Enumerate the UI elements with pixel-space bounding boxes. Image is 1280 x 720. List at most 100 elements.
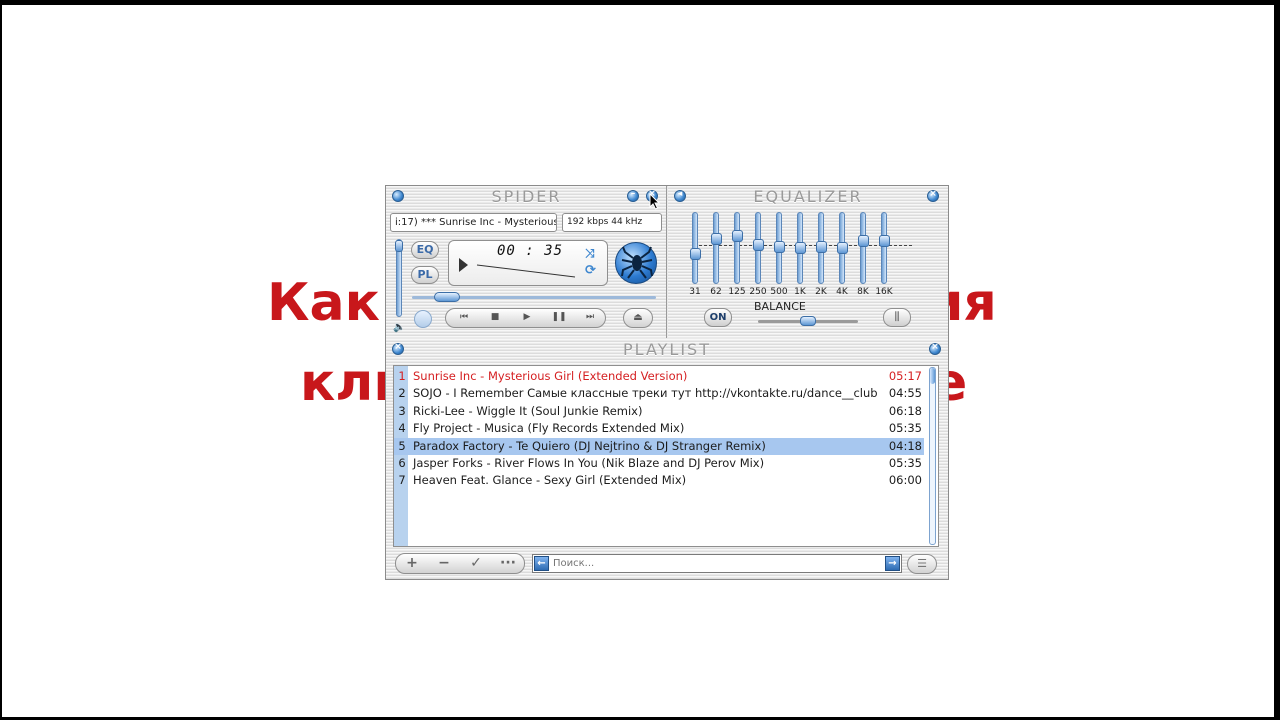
play-state-icon [459, 258, 468, 272]
transport-controls: ⏮ ■ ▶ ❚❚ ⏭ [445, 308, 606, 328]
eq-band-knob[interactable] [774, 241, 785, 253]
shuffle-icon[interactable]: ⤨ [585, 246, 595, 261]
eq-band-slider[interactable] [816, 212, 827, 284]
bitrate-display: 192 kbps 44 kHz [562, 213, 662, 232]
play-icon[interactable]: ▶ [511, 309, 543, 327]
eq-band-slider[interactable] [879, 212, 890, 284]
eq-band-knob[interactable] [837, 242, 848, 254]
playlist-close-icon[interactable]: × [929, 342, 941, 355]
eq-band-slider[interactable] [837, 212, 848, 284]
track-title: Paradox Factory - Te Quiero (DJ Nejtrino… [413, 438, 766, 453]
eject-icon[interactable]: ⏏ [623, 308, 653, 328]
eq-band-slider[interactable] [732, 212, 743, 284]
track-title: Ricki-Lee - Wiggle It (Soul Junkie Remix… [413, 403, 643, 418]
eq-title: EQUALIZER [753, 187, 863, 206]
track-duration: 05:35 [888, 456, 922, 470]
eq-band-slider[interactable] [711, 212, 722, 284]
track-duration: 06:00 [888, 473, 922, 488]
volume-slider[interactable] [395, 239, 403, 317]
remove-icon[interactable]: − [428, 554, 460, 574]
track-title: Heaven Feat. Glance - Sexy Girl (Extende… [413, 473, 687, 488]
eq-band-knob[interactable] [795, 242, 806, 254]
playlist-titlebar[interactable]: × PLAYLIST × [386, 339, 948, 359]
playlist-list: 1 Sunrise Inc - Mysterious Girl (Extended… [393, 365, 939, 547]
equalizer-panel: ◂ EQUALIZER × 31 62 125 250 500 1K 2K 4K 8K 16K B… [668, 186, 948, 338]
playlist-title: PLAYLIST [623, 340, 711, 359]
eq-band-knob[interactable] [816, 241, 827, 253]
eq-presets-icon[interactable]: ⫼ [883, 308, 911, 327]
minimize-icon[interactable]: – [627, 189, 639, 202]
eq-band-knob[interactable] [690, 248, 701, 260]
track-title: Jasper Forks - River Flows In You (Nik B… [413, 456, 765, 470]
next-icon[interactable]: ⏭ [574, 309, 606, 327]
track-number: 1 [398, 369, 406, 383]
eq-band-knob[interactable] [732, 230, 743, 242]
mouse-cursor-icon [649, 193, 661, 210]
pause-icon[interactable]: ❚❚ [543, 309, 575, 327]
track-title: SOJO - I Remember Самые классные треки т… [413, 386, 878, 401]
playlist-row[interactable]: 6 Jasper Forks - River Flows In You (Nik … [394, 455, 924, 472]
eq-band-knob[interactable] [753, 239, 764, 251]
main-title: SPIDER [491, 187, 562, 206]
eq-toggle-button[interactable]: EQ [411, 241, 439, 259]
seek-bar[interactable] [412, 292, 656, 302]
track-number: 7 [398, 473, 406, 488]
track-duration: 05:17 [888, 369, 922, 383]
track-number: 3 [398, 403, 406, 418]
eq-band-knob[interactable] [711, 233, 722, 245]
visualizer-line [476, 264, 576, 278]
speaker-icon: 🔈 [393, 322, 406, 333]
track-duration: 05:35 [888, 421, 922, 436]
seek-knob[interactable] [434, 292, 460, 302]
repeat-icon[interactable]: ⟳ [585, 263, 596, 278]
eq-close-icon[interactable]: × [927, 189, 939, 202]
balance-knob[interactable] [800, 316, 816, 326]
eq-band-slider[interactable] [795, 212, 806, 284]
track-duration: 06:18 [888, 403, 922, 418]
eq-band-slider[interactable] [690, 212, 701, 284]
eq-band-slider[interactable] [858, 212, 869, 284]
more-icon[interactable]: ··· [492, 554, 524, 574]
eq-band-knob[interactable] [879, 235, 890, 247]
track-number: 2 [398, 386, 406, 401]
record-button[interactable] [414, 310, 432, 328]
balance-slider[interactable] [758, 316, 858, 326]
eq-band-label: 16K [875, 287, 893, 297]
playlist-row[interactable]: 7 Heaven Feat. Glance - Sexy Girl (Extend… [394, 472, 924, 489]
time-display: 00 : 35 ⤨ ⟳ [448, 240, 608, 286]
pl-toggle-button[interactable]: PL [411, 266, 439, 284]
eq-titlebar[interactable]: ◂ EQUALIZER × [668, 186, 948, 206]
main-titlebar[interactable]: SPIDER – × [386, 186, 667, 206]
add-icon[interactable]: + [396, 554, 428, 574]
playlist-row[interactable]: 4 Fly Project - Musica (Fly Records Exten… [394, 420, 924, 437]
volume-knob[interactable] [395, 240, 403, 252]
search-back-icon[interactable]: ← [534, 556, 549, 571]
stop-icon[interactable]: ■ [479, 309, 511, 327]
elapsed-time: 00 : 35 [497, 243, 564, 259]
playlist-row[interactable]: 3 Ricki-Lee - Wiggle It (Soul Junkie Remi… [394, 403, 924, 420]
spider-player-window: SPIDER – × i:17) *** Sunrise Inc - Myste… [385, 185, 949, 580]
scrollbar-thumb[interactable] [930, 368, 935, 384]
track-title: Fly Project - Musica (Fly Records Extend… [413, 421, 685, 436]
search-input[interactable] [553, 556, 878, 571]
track-number: 6 [398, 456, 406, 470]
track-duration: 04:55 [888, 386, 922, 401]
prev-icon[interactable]: ⏮ [448, 309, 480, 327]
playlist-row[interactable]: 5 Paradox Factory - Te Quiero (DJ Nejtrin… [394, 437, 924, 455]
playlist-row[interactable]: 1 Sunrise Inc - Mysterious Girl (Extended… [394, 368, 924, 385]
playlist-row[interactable]: 2 SOJO - I Remember Самые классные треки … [394, 385, 924, 402]
eq-on-button[interactable]: ON [704, 308, 732, 327]
spider-logo-icon[interactable] [615, 242, 657, 284]
track-number: 4 [398, 421, 406, 436]
eq-band-knob[interactable] [858, 235, 869, 247]
playlist-options-icon[interactable]: ☰ [907, 554, 937, 574]
balance-label: BALANCE [754, 300, 806, 313]
eq-band-slider[interactable] [774, 212, 785, 284]
search-go-icon[interactable]: → [885, 556, 900, 571]
eq-band-slider[interactable] [753, 212, 764, 284]
check-icon[interactable]: ✓ [460, 554, 492, 574]
playlist-scrollbar[interactable] [929, 367, 936, 545]
playlist-edit-buttons: + − ✓ ··· [395, 553, 525, 574]
track-title: Sunrise Inc - Mysterious Girl (Extended … [413, 369, 688, 383]
search-field: ← → [532, 554, 902, 573]
